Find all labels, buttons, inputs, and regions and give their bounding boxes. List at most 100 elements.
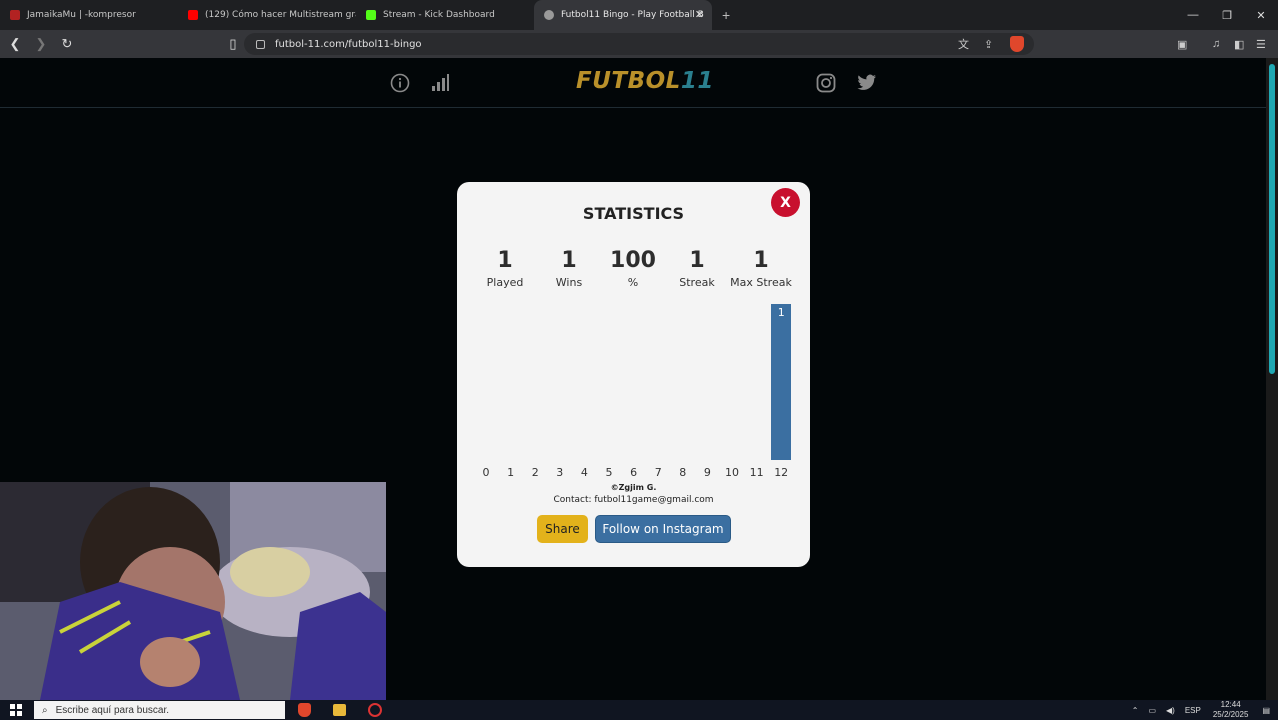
logo-text: FUTBOL [576,68,681,94]
stat-label: Max Streak [730,276,792,289]
stat-streak: 1 Streak [662,248,732,289]
stat-value: 1 [561,248,577,273]
brave-shield-icon[interactable] [1010,30,1024,58]
tab-label: (129) Cómo hacer Multistream gratis [205,10,356,20]
network-icon[interactable]: ▭ [1148,706,1156,715]
stat-label: Streak [679,276,715,289]
minimize-icon[interactable]: — [1176,0,1210,30]
x-tick-label: 10 [725,466,739,479]
tab-label: Futbol11 Bingo - Play Football B [561,10,704,20]
translate-icon[interactable]: 文 [958,30,969,58]
wallet-icon[interactable]: ▣ [1177,30,1187,58]
clock-date: 25/2/2025 [1212,710,1249,719]
language-indicator[interactable]: ESP [1185,706,1201,715]
window-controls: — ❐ ✕ [1176,0,1278,30]
x-tick-label: 12 [774,466,789,479]
menu-icon[interactable]: ☰ [1256,30,1266,58]
follow-instagram-button[interactable]: Follow on Instagram [595,515,731,543]
tab-label: JamaikaMu | -kompresor [27,10,136,20]
search-icon: ⌕ [42,704,48,716]
reload-icon[interactable]: ↻ [56,33,78,55]
stat-label: Wins [555,276,583,289]
stat-label: % [627,276,639,289]
volume-icon[interactable]: ◀) [1166,706,1175,715]
app-taskbar-icon[interactable] [368,703,382,717]
webcam-overlay [0,482,386,700]
browser-tab-bar: JamaikaMu | -kompresor (129) Cómo hacer … [0,0,1278,30]
share-button[interactable]: Share [537,515,588,543]
score-distribution-chart: 0 1 2 3 4 5 6 7 8 9 10 11 1 12 [457,302,810,482]
x-tick-label: 2 [531,466,539,479]
instagram-icon[interactable] [815,72,837,94]
info-icon[interactable] [389,72,411,94]
sidebar-icon[interactable]: ◧ [1234,30,1244,58]
youtube-icon [188,10,198,20]
x-tick-label: 7 [654,466,662,479]
x-tick-label: 11 [749,466,764,479]
notification-icon[interactable]: ▤ [1262,706,1270,715]
close-window-icon[interactable]: ✕ [1244,0,1278,30]
stat-label: Played [486,276,524,289]
stat-max-streak: 1 Max Streak [726,248,796,289]
windows-start-icon[interactable] [10,704,22,716]
scrollbar-thumb[interactable] [1269,64,1275,374]
close-button[interactable]: X [771,188,800,217]
site-info-icon[interactable] [256,39,265,49]
browser-tab-2[interactable]: Stream - Kick Dashboard [356,0,534,30]
close-tab-icon[interactable]: ✕ [695,8,704,21]
media-icon[interactable]: ♫ [1212,30,1220,58]
twitter-icon[interactable] [856,72,878,94]
x-tick-label: 3 [556,466,564,479]
tab-favicon [10,10,20,20]
taskbar-search[interactable]: ⌕ Escribe aquí para buscar. [34,701,285,719]
x-tick-label: 9 [703,466,711,479]
modal-title: STATISTICS [582,204,685,223]
page-scrollbar[interactable] [1266,58,1278,700]
logo-number: 11 [680,68,714,94]
x-tick-label: 8 [679,466,687,479]
browser-tab-3[interactable]: Futbol11 Bingo - Play Football B ✕ [534,0,712,30]
file-explorer-icon[interactable] [333,704,346,716]
new-tab-icon[interactable]: + [722,7,730,23]
x-tick-label: 0 [482,466,490,479]
clock[interactable]: 12:44 25/2/2025 [1213,700,1249,720]
browser-tab-1[interactable]: (129) Cómo hacer Multistream gratis [178,0,356,30]
page-content: FUTBOL11 STATISTICS X 1 Played 1 Wins 10… [0,58,1266,700]
site-logo[interactable]: FUTBOL11 [576,68,714,94]
stat-wins: 1 Wins [534,248,604,289]
bookmark-icon[interactable]: ▯ [222,33,244,55]
chevron-up-icon[interactable]: ⌃ [1132,706,1139,715]
statistics-icon[interactable] [429,72,451,94]
tab-label: Stream - Kick Dashboard [383,10,495,20]
site-header: FUTBOL11 [0,58,1266,108]
stat-value: 100 [610,248,656,273]
url-field[interactable]: futbol-11.com/futbol11-bingo [244,33,1034,55]
maximize-icon[interactable]: ❐ [1210,0,1244,30]
globe-icon [544,10,554,20]
stat-value: 1 [497,248,513,273]
x-tick-label: 5 [605,466,613,479]
stat-value: 1 [753,248,769,273]
stat-played: 1 Played [470,248,540,289]
x-tick-label: 4 [580,466,588,479]
statistics-modal: STATISTICS X 1 Played 1 Wins 100 % 1 Str… [457,182,810,567]
browser-tab-0[interactable]: JamaikaMu | -kompresor [0,0,178,30]
system-tray: ⌃ ▭ ◀) ESP 12:44 25/2/2025 ▤ [1132,700,1278,720]
stat-win-percent: 100 % [598,248,668,289]
bar-value-label: 1 [777,306,785,319]
share-page-icon[interactable]: ⇪ [984,30,993,58]
search-placeholder: Escribe aquí para buscar. [55,704,170,716]
back-icon[interactable]: ❮ [4,33,26,55]
stat-value: 1 [689,248,705,273]
windows-taskbar: ⌕ Escribe aquí para buscar. ⌃ ▭ ◀) ESP 1… [0,700,1278,720]
x-tick-label: 1 [507,466,515,479]
contact-text: Contact: futbol11game@gmail.com [553,495,714,505]
credit-text: ©Zgjim G. [610,483,657,492]
x-tick-label: 6 [630,466,638,479]
address-bar: ❮ ❯ ↻ ▯ futbol-11.com/futbol11-bingo 文 ⇪… [0,30,1278,58]
brave-taskbar-icon[interactable] [298,703,311,717]
url-text: futbol-11.com/futbol11-bingo [275,38,422,50]
forward-icon[interactable]: ❯ [30,33,52,55]
kick-icon [366,10,376,20]
clock-time: 12:44 [1220,700,1241,709]
